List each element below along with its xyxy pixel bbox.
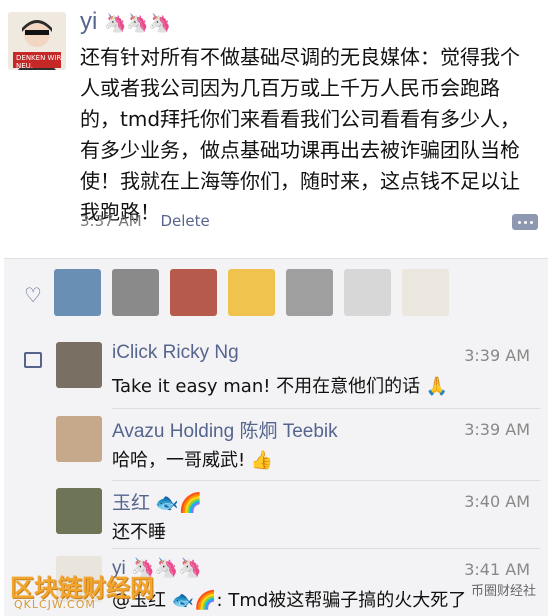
likes-section: ♡ bbox=[4, 258, 548, 336]
comment-text: 哈哈，一哥威武! 👍 bbox=[112, 450, 274, 471]
author-avatar-badge: DENKEN WIR NEU. bbox=[16, 54, 62, 70]
heart-icon: ♡ bbox=[24, 283, 42, 307]
liker-avatars bbox=[54, 269, 449, 316]
liker-avatar[interactable] bbox=[228, 269, 275, 316]
post-time: 3:37 AM bbox=[80, 212, 142, 230]
liker-avatar[interactable] bbox=[112, 269, 159, 316]
watermark-right: 币圈财经社 bbox=[470, 584, 536, 599]
post-meta: 3:37 AM Delete bbox=[80, 212, 210, 230]
comment-avatar[interactable] bbox=[56, 342, 102, 388]
author-avatar[interactable]: DENKEN WIR NEU. bbox=[8, 12, 66, 70]
comment-icon bbox=[24, 352, 42, 368]
liker-avatar[interactable] bbox=[286, 269, 333, 316]
comment-action-button[interactable] bbox=[512, 214, 538, 230]
liker-avatar[interactable] bbox=[344, 269, 391, 316]
comment-item[interactable]: Avazu Holding 陈炯 Teebik 3:39 AM 哈哈，一哥威武!… bbox=[56, 408, 540, 476]
comment-author[interactable]: iClick Ricky Ng bbox=[112, 342, 239, 364]
comment-time: 3:41 AM bbox=[464, 560, 530, 579]
comment-item[interactable]: iClick Ricky Ng 3:39 AM Take it easy man… bbox=[56, 334, 540, 400]
author-emojis: 🦄🦄🦄 bbox=[104, 13, 172, 33]
post-text: 还有针对所有不做基础尽调的无良媒体：觉得我个人或者我公司因为几百万或上千万人民币… bbox=[80, 45, 521, 224]
delete-link[interactable]: Delete bbox=[160, 212, 209, 230]
watermark-left-sub: QKLCJW.COM bbox=[14, 598, 96, 611]
post-author[interactable]: yi 🦄🦄🦄 bbox=[80, 8, 171, 36]
liker-avatar[interactable] bbox=[170, 269, 217, 316]
comment-avatar[interactable] bbox=[56, 416, 102, 462]
comment-author[interactable]: 玉红 🐟🌈 bbox=[112, 488, 203, 515]
comment-time: 3:39 AM bbox=[464, 420, 530, 439]
comment-item[interactable]: 玉红 🐟🌈 3:40 AM 还不睡 bbox=[56, 480, 540, 548]
comment-time: 3:39 AM bbox=[464, 346, 530, 365]
post-author-name[interactable]: yi bbox=[80, 8, 97, 35]
liker-avatar[interactable] bbox=[54, 269, 101, 316]
comment-avatar[interactable] bbox=[56, 488, 102, 534]
comment-text: @玉红 🐟🌈: Tmd被这帮骗子搞的火大死了 bbox=[112, 590, 467, 611]
moment-post: DENKEN WIR NEU. yi 🦄🦄🦄 还有针对所有不做基础尽调的无良媒体… bbox=[0, 0, 552, 258]
liker-avatar[interactable] bbox=[402, 269, 449, 316]
comment-time: 3:40 AM bbox=[464, 492, 530, 511]
comment-text: 还不睡 bbox=[112, 522, 166, 543]
comment-author[interactable]: Avazu Holding 陈炯 Teebik bbox=[112, 416, 338, 443]
comment-text: Take it easy man! 不用在意他们的话 🙏 bbox=[112, 376, 449, 397]
